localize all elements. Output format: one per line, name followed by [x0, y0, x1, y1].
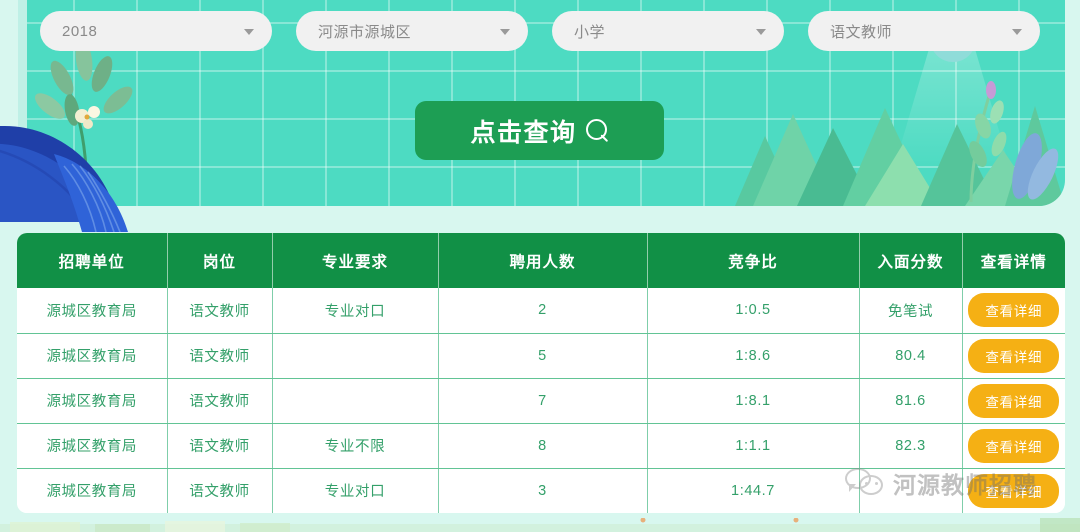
- column-header-major: 专业要求: [272, 233, 439, 288]
- cell-post: 语文教师: [167, 333, 273, 379]
- view-detail-button[interactable]: 查看详细: [968, 428, 1060, 463]
- filter-select-level[interactable]: 小学: [552, 11, 784, 51]
- table-body: 源城区教育局 语文教师 专业对口 2 1:0.5 免笔试 查看详细 源城区教育局…: [17, 288, 1065, 513]
- view-detail-button[interactable]: 查看详细: [968, 473, 1060, 508]
- cell-hires: 5: [438, 333, 648, 379]
- chevron-down-icon: [244, 29, 254, 35]
- cell-ratio: 1:44.7: [647, 468, 860, 513]
- table-header-row: 招聘单位 岗位 专业要求 聘用人数 竞争比 入面分数 查看详情: [17, 233, 1065, 288]
- blue-leaf-decoration: [0, 126, 128, 232]
- view-detail-button[interactable]: 查看详细: [968, 338, 1060, 373]
- search-icon: [585, 119, 609, 142]
- page-root: 2018 河源市源城区 小学 语文教师 点击查询 招聘单位 岗位 专业要求 聘用…: [0, 0, 1080, 532]
- cell-unit: 源城区教育局: [17, 378, 168, 424]
- cell-score: 80.4: [859, 333, 963, 379]
- cell-ratio: 1:0.5: [647, 288, 860, 334]
- table-row: 源城区教育局 语文教师 专业不限 8 1:1.1 82.3 查看详细: [17, 423, 1065, 469]
- column-header-post: 岗位: [167, 233, 273, 288]
- cell-detail: 查看详细: [962, 333, 1065, 379]
- results-table: 招聘单位 岗位 专业要求 聘用人数 竞争比 入面分数 查看详情 源城区教育局 语…: [17, 233, 1065, 513]
- table-row: 源城区教育局 语文教师 专业对口 3 1:44.7 查看详细: [17, 468, 1065, 513]
- cell-ratio: 1:1.1: [647, 423, 860, 469]
- chevron-down-icon: [756, 29, 766, 35]
- cell-ratio: 1:8.6: [647, 333, 860, 379]
- cell-ratio: 1:8.1: [647, 378, 860, 424]
- chevron-down-icon: [500, 29, 510, 35]
- cell-post: 语文教师: [167, 288, 273, 334]
- cell-major: [272, 378, 439, 424]
- cell-score: 82.3: [859, 423, 963, 469]
- cell-hires: 3: [438, 468, 648, 513]
- filter-value-position: 语文教师: [830, 23, 893, 41]
- search-button[interactable]: 点击查询: [415, 101, 664, 160]
- cell-unit: 源城区教育局: [17, 423, 168, 469]
- cell-score: [859, 468, 963, 513]
- filter-bar: 2018 河源市源城区 小学 语文教师: [0, 0, 1080, 62]
- cell-detail: 查看详细: [962, 288, 1065, 334]
- cell-detail: 查看详细: [962, 378, 1065, 424]
- bottom-grass-decoration: [0, 518, 1080, 532]
- cell-major: 专业不限: [272, 423, 439, 469]
- column-header-ratio: 竞争比: [647, 233, 860, 288]
- cell-post: 语文教师: [167, 378, 273, 424]
- filter-select-region[interactable]: 河源市源城区: [296, 11, 528, 51]
- cell-major: [272, 333, 439, 379]
- column-header-unit: 招聘单位: [17, 233, 168, 288]
- view-detail-button[interactable]: 查看详细: [968, 293, 1060, 328]
- cell-hires: 8: [438, 423, 648, 469]
- column-header-score: 入面分数: [859, 233, 963, 288]
- table-row: 源城区教育局 语文教师 5 1:8.6 80.4 查看详细: [17, 333, 1065, 379]
- filter-value-level: 小学: [574, 23, 606, 41]
- table-row: 源城区教育局 语文教师 7 1:8.1 81.6 查看详细: [17, 378, 1065, 424]
- filter-value-region: 河源市源城区: [318, 23, 412, 41]
- cell-hires: 7: [438, 378, 648, 424]
- cell-score: 81.6: [859, 378, 963, 424]
- cell-detail: 查看详细: [962, 468, 1065, 513]
- cell-post: 语文教师: [167, 468, 273, 513]
- chevron-down-icon: [1012, 29, 1022, 35]
- search-button-label: 点击查询: [470, 118, 577, 147]
- view-detail-button[interactable]: 查看详细: [968, 383, 1060, 418]
- cell-unit: 源城区教育局: [17, 288, 168, 334]
- foliage-right-decoration: [735, 81, 1065, 206]
- column-header-detail: 查看详情: [962, 233, 1065, 288]
- table-row: 源城区教育局 语文教师 专业对口 2 1:0.5 免笔试 查看详细: [17, 288, 1065, 334]
- results-table-container: 招聘单位 岗位 专业要求 聘用人数 竞争比 入面分数 查看详情 源城区教育局 语…: [17, 233, 1065, 513]
- cell-unit: 源城区教育局: [17, 333, 168, 379]
- cell-major: 专业对口: [272, 468, 439, 513]
- cell-score: 免笔试: [859, 288, 963, 334]
- cell-major: 专业对口: [272, 288, 439, 334]
- filter-select-year[interactable]: 2018: [40, 11, 272, 51]
- column-header-hires: 聘用人数: [438, 233, 648, 288]
- table-head: 招聘单位 岗位 专业要求 聘用人数 竞争比 入面分数 查看详情: [17, 233, 1065, 288]
- cell-detail: 查看详细: [962, 423, 1065, 469]
- cell-unit: 源城区教育局: [17, 468, 168, 513]
- filter-select-position[interactable]: 语文教师: [808, 11, 1040, 51]
- cell-hires: 2: [438, 288, 648, 334]
- filter-value-year: 2018: [62, 22, 98, 40]
- cell-post: 语文教师: [167, 423, 273, 469]
